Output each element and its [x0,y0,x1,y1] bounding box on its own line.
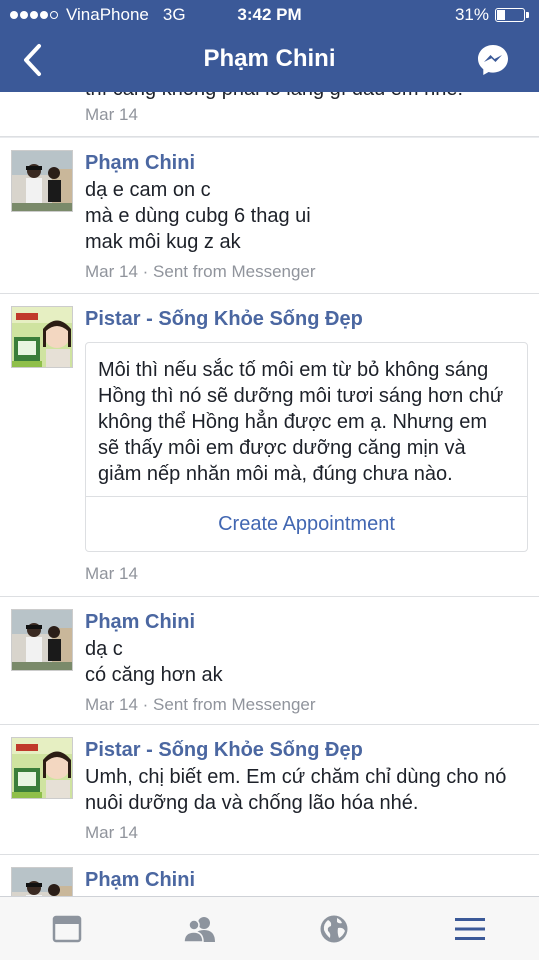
tab-notifications[interactable] [314,909,354,949]
message-source: · Sent from Messenger [137,262,316,281]
message-text: mà e dùng cubg 6 thag ui [85,205,311,227]
avatar-photo [12,307,72,367]
message-item: Phạm Chini [0,855,539,897]
nav-bar: Phạm Chini [0,30,539,92]
message-meta: Mar 14 · Sent from Messenger [85,695,316,715]
battery-cap [526,12,529,18]
message-text: Umh, chị biết em. Em cứ chăm chỉ dùng ch… [85,766,507,788]
battery-fill [497,10,505,20]
message-meta: Mar 14 · Sent from Messenger [85,262,316,282]
sender-name[interactable]: Pistar - Sống Khỏe Sống Đẹp [85,308,363,331]
message-date: Mar 14 [85,564,138,583]
app-header: VinaPhone 3G 3:42 PM 31% Phạm Chini [0,0,539,92]
battery-percent: 31% [454,5,489,24]
message-item: Phạm Chini dạ c có căng hơn ak Mar 14 · … [0,597,539,725]
avatar[interactable] [11,609,73,671]
friends-icon [183,917,215,943]
message-text: mak môi kug z ak [85,231,241,253]
message-text: dạ e cam on c [85,179,211,201]
message-text: nuôi dưỡng da và chống lão hóa nhé. [85,792,419,814]
message-date: Mar 14 [85,695,138,714]
menu-icon [455,918,485,940]
status-bar: VinaPhone 3G 3:42 PM 31% [0,0,539,30]
message-date: Mar 14 [85,823,138,842]
avatar[interactable] [11,150,73,212]
card-text: giảm nếp nhăn môi mà, đúng chưa nào. [98,463,453,485]
message-meta: Mar 14 [85,564,138,584]
message-text: dạ c [85,638,123,660]
message-card: Môi thì nếu sắc tố môi em từ bỏ không sá… [85,342,528,552]
sender-name[interactable]: Phạm Chini [85,152,195,175]
sender-name[interactable]: Phạm Chini [85,611,195,634]
messenger-button[interactable] [475,42,511,78]
card-text: Môi thì nếu sắc tố môi em từ bỏ không sá… [98,359,489,381]
avatar-photo [12,151,72,211]
globe-icon [320,915,348,943]
message-feed[interactable]: thì căng không phải lo lắng gì đâu em nh… [0,92,539,897]
card-text: sẽ thấy môi em được dưỡng căng mịn và [98,437,466,459]
page-title: Phạm Chini [203,45,336,72]
tab-news-feed[interactable] [47,909,87,949]
messenger-icon [478,45,508,75]
create-appointment-button[interactable]: Create Appointment [86,497,527,552]
avatar[interactable] [11,306,73,368]
avatar[interactable] [11,867,73,897]
tab-menu[interactable] [450,909,490,949]
message-item: Pistar - Sống Khỏe Sống Đẹp Môi thì nếu … [0,294,539,597]
bottom-tab-bar [0,896,539,960]
news-feed-icon [52,915,82,943]
avatar-photo [12,610,72,670]
message-item: Pistar - Sống Khỏe Sống Đẹp Umh, chị biế… [0,725,539,855]
message-item: Phạm Chini dạ e cam on c mà e dùng cubg … [0,138,539,294]
message-text: thì căng không phải lo lắng gì đâu em nh… [85,92,463,101]
message-date: Mar 14 [85,262,138,281]
avatar[interactable] [11,737,73,799]
avatar-photo [12,738,72,798]
message-date: Mar 14 [85,105,138,124]
message-meta: Mar 14 [85,105,138,125]
message-text: có căng hơn ak [85,664,223,686]
message-source: · Sent from Messenger [137,695,316,714]
sender-name[interactable]: Phạm Chini [85,869,195,892]
avatar-photo [12,868,72,897]
tab-friends[interactable] [180,909,220,949]
card-text: không thể Hồng hẳn được em ạ. Nhưng em [98,411,488,433]
message-item: thì căng không phải lo lắng gì đâu em nh… [0,92,539,137]
status-right: 31% [455,5,529,25]
battery-icon [495,8,525,22]
sender-name[interactable]: Pistar - Sống Khỏe Sống Đẹp [85,739,363,762]
card-text: Hồng thì nó sẽ dưỡng môi tươi sáng hơn c… [98,385,504,407]
message-meta: Mar 14 [85,823,138,843]
